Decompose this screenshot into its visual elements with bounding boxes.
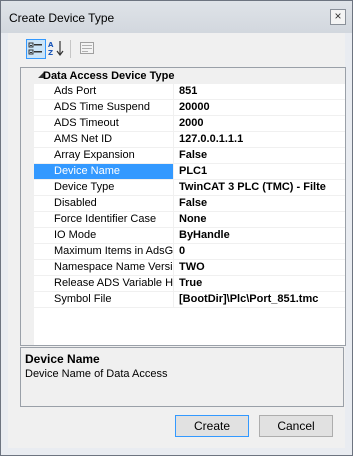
sort-alphabetical-icon: A Z — [48, 41, 64, 57]
column-divider[interactable] — [173, 276, 174, 292]
property-name[interactable]: Device Type — [34, 180, 173, 195]
help-title: Device Name — [25, 352, 100, 366]
categorized-button[interactable] — [26, 39, 46, 59]
property-value[interactable]: 851 — [179, 84, 345, 99]
property-value[interactable]: TWO — [179, 260, 345, 275]
property-row[interactable]: IO Mode ByHandle — [34, 228, 345, 244]
category-label: Data Access Device Type — [43, 70, 175, 82]
property-value[interactable]: PLC1 — [179, 164, 345, 179]
create-button[interactable]: Create — [175, 415, 249, 437]
column-divider[interactable] — [173, 260, 174, 276]
property-name[interactable]: Release ADS Variable Ha — [34, 276, 173, 291]
property-row[interactable]: ADS Timeout 2000 — [34, 116, 345, 132]
property-name[interactable]: AMS Net ID — [34, 132, 173, 147]
grid-gutter — [21, 68, 34, 345]
property-value[interactable]: 0 — [179, 244, 345, 259]
property-row[interactable]: Array Expansion False — [34, 148, 345, 164]
property-row[interactable]: Namespace Name Version TWO — [34, 260, 345, 276]
svg-text:A: A — [48, 41, 54, 49]
help-description: Device Name of Data Access — [25, 368, 168, 380]
column-divider[interactable] — [173, 196, 174, 212]
column-divider[interactable] — [173, 116, 174, 132]
dialog-body: A Z ◢ Data Access Device Type Ads Port 8… — [8, 33, 346, 448]
sort-alphabetical-button[interactable]: A Z — [47, 39, 67, 59]
column-divider[interactable] — [173, 292, 174, 308]
close-icon: × — [334, 9, 342, 23]
column-divider[interactable] — [173, 132, 174, 148]
property-row[interactable]: Force Identifier Case None — [34, 212, 345, 228]
close-button[interactable]: × — [330, 9, 346, 25]
toolbar-separator — [70, 40, 71, 58]
property-name[interactable]: Disabled — [34, 196, 173, 211]
column-divider[interactable] — [173, 228, 174, 244]
property-name[interactable]: Array Expansion — [34, 148, 173, 163]
column-divider[interactable] — [173, 180, 174, 196]
column-divider[interactable] — [173, 244, 174, 260]
property-row[interactable]: ADS Time Suspend 20000 — [34, 100, 345, 116]
categorized-icon — [28, 42, 42, 55]
property-row[interactable]: Device Type TwinCAT 3 PLC (TMC) - Filte — [34, 180, 345, 196]
property-pages-icon — [80, 42, 94, 54]
property-value[interactable]: False — [179, 148, 345, 163]
property-name[interactable]: Symbol File — [34, 292, 173, 307]
column-divider[interactable] — [173, 84, 174, 100]
column-divider[interactable] — [173, 212, 174, 228]
property-value[interactable]: None — [179, 212, 345, 227]
property-row[interactable]: Release ADS Variable Ha True — [34, 276, 345, 292]
property-value[interactable]: 20000 — [179, 100, 345, 115]
window-title: Create Device Type — [9, 11, 115, 25]
property-row[interactable]: Maximum Items in AdsGet 0 — [34, 244, 345, 260]
property-name[interactable]: ADS Timeout — [34, 116, 173, 131]
property-row[interactable]: AMS Net ID 127.0.0.1.1.1 — [34, 132, 345, 148]
property-row[interactable]: Symbol File [BootDir]\Plc\Port_851.tmc — [34, 292, 345, 308]
property-name[interactable]: IO Mode — [34, 228, 173, 243]
property-row[interactable]: Device Name PLC1 — [34, 164, 345, 180]
property-name[interactable]: Force Identifier Case — [34, 212, 173, 227]
svg-text:Z: Z — [48, 49, 53, 57]
property-name[interactable]: Ads Port — [34, 84, 173, 99]
title-bar: Create Device Type × — [1, 1, 352, 33]
column-divider[interactable] — [173, 100, 174, 116]
help-pane: Device Name Device Name of Data Access — [20, 347, 344, 407]
property-row[interactable]: Disabled False — [34, 196, 345, 212]
cancel-button[interactable]: Cancel — [259, 415, 333, 437]
property-grid-toolbar: A Z — [8, 33, 345, 63]
property-value[interactable]: TwinCAT 3 PLC (TMC) - Filte — [179, 180, 345, 195]
property-value[interactable]: 2000 — [179, 116, 345, 131]
property-value[interactable]: ByHandle — [179, 228, 345, 243]
property-name[interactable]: Namespace Name Version — [34, 260, 173, 275]
property-pages-button[interactable] — [78, 39, 98, 59]
property-name[interactable]: Maximum Items in AdsGet — [34, 244, 173, 259]
create-device-type-dialog: Create Device Type × A Z ◢ Data Access D… — [0, 0, 353, 456]
property-grid[interactable]: ◢ Data Access Device Type Ads Port 851 ADS… — [20, 67, 346, 346]
property-value[interactable]: [BootDir]\Plc\Port_851.tmc — [179, 292, 345, 307]
property-value[interactable]: 127.0.0.1.1.1 — [179, 132, 345, 147]
column-divider[interactable] — [173, 164, 174, 180]
column-divider[interactable] — [173, 148, 174, 164]
property-name[interactable]: ADS Time Suspend — [34, 100, 173, 115]
property-value[interactable]: True — [179, 276, 345, 291]
property-row[interactable]: Ads Port 851 — [34, 84, 345, 100]
category-row[interactable]: ◢ Data Access Device Type — [21, 68, 345, 84]
property-value[interactable]: False — [179, 196, 345, 211]
property-name[interactable]: Device Name — [34, 164, 173, 179]
